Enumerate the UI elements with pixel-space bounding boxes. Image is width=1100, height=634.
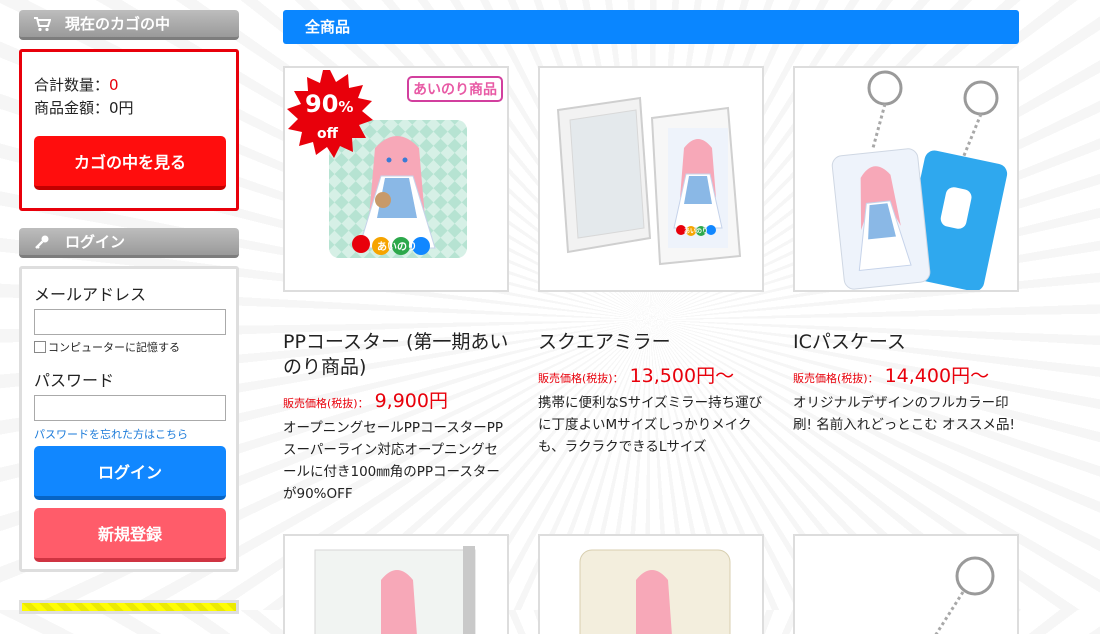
cart-summary: 合計数量：0 商品金額：0円 カゴの中を見る [19, 49, 239, 211]
product-title[interactable]: ICパスケース [793, 330, 1019, 355]
login-header-title: ログイン [65, 233, 126, 251]
product-image[interactable] [793, 534, 1019, 634]
sidebar-banner[interactable] [19, 600, 239, 614]
discount-off-label: off [317, 126, 338, 142]
amount-label: 商品金額： [34, 99, 110, 117]
wallet-illustration [579, 549, 731, 634]
product-card[interactable]: あいのり スクエアミラー 販売価格(税抜)： 13,500円～ 携帯に便利なSサ… [538, 66, 764, 458]
sidebar: 現在のカゴの中 合計数量：0 商品金額：0円 カゴの中を見る ログイン メールア… [19, 10, 239, 572]
product-card[interactable] [793, 534, 1019, 634]
cart-quantity: 合計数量：0 [34, 74, 224, 97]
price-value: 14,400円～ [884, 365, 990, 387]
mirror-illustration: あいのり [556, 96, 742, 266]
discount-number: 90 [305, 90, 339, 118]
remember-label: コンピューターに記憶する [48, 341, 180, 354]
login-button[interactable]: ログイン [34, 446, 226, 500]
email-field[interactable] [34, 309, 226, 335]
remember-me[interactable]: コンピューターに記憶する [34, 339, 224, 355]
cart-header-title: 現在のカゴの中 [65, 15, 171, 33]
brand-tag: あいのり商品 [407, 76, 503, 102]
pass-case-illustration [831, 70, 1008, 290]
product-description: オリジナルデザインのフルカラー印刷! 名前入れどっとこむ オススメ品! [793, 395, 1015, 433]
remember-checkbox[interactable] [34, 341, 46, 353]
product-image[interactable] [538, 534, 764, 634]
product-card[interactable]: ICパスケース 販売価格(税抜)： 14,400円～ オリジナルデザインのフルカ… [793, 66, 1019, 436]
register-button[interactable]: 新規登録 [34, 508, 226, 562]
quantity-label: 合計数量： [34, 76, 110, 94]
shopping-cart-icon [33, 15, 51, 33]
discount-percent-sign: % [338, 98, 354, 116]
view-cart-button[interactable]: カゴの中を見る [34, 136, 226, 190]
product-image[interactable] [793, 66, 1019, 292]
product-image[interactable]: あいのり 90% off あいのり商品 [283, 66, 509, 292]
notebook-illustration [314, 546, 476, 634]
product-card[interactable] [283, 534, 509, 634]
product-price: 販売価格(税抜)： 9,900円 [283, 386, 509, 413]
price-label: 販売価格(税抜)： [283, 397, 369, 410]
keychain-illustration [934, 556, 995, 634]
price-value: 9,900円 [374, 390, 448, 412]
mirror-logo-text: あいのり [684, 227, 708, 235]
login-form: メールアドレス コンピューターに記憶する パスワード パスワードを忘れた方はこち… [19, 266, 239, 572]
product-title[interactable]: スクエアミラー [538, 330, 764, 355]
price-label: 販売価格(税抜)： [538, 372, 624, 385]
price-value: 13,500円～ [629, 365, 735, 387]
login-header: ログイン [19, 228, 239, 258]
password-label: パスワード [34, 371, 115, 390]
discount-percent: 90% [305, 90, 353, 118]
cart-amount: 商品金額：0円 [34, 97, 224, 120]
forgot-password-link[interactable]: パスワードを忘れた方はこちら [34, 426, 224, 442]
quantity-value: 0 [109, 76, 119, 94]
main-content: 全商品 あいのり 90% off あいのり商品 PPコースター (第一期あいのり… [283, 10, 1019, 634]
email-label: メールアドレス [34, 285, 147, 304]
product-description: オープニングセールPPコースターPPスーパーライン対応オープニングセールに付き1… [283, 420, 504, 502]
product-price: 販売価格(税抜)： 13,500円～ [538, 361, 764, 388]
brand-tag-text: あいのり商品 [413, 82, 497, 98]
cart-header: 現在のカゴの中 [19, 10, 239, 40]
product-description: 携帯に便利なSサイズミラー持ち運びに丁度よいMサイズしっかりメイクも、ラクラクで… [538, 395, 763, 455]
product-image[interactable]: あいのり [538, 66, 764, 292]
coaster-logo-text: あいのり [377, 240, 417, 253]
product-price: 販売価格(税抜)： 14,400円～ [793, 361, 1019, 388]
product-card[interactable] [538, 534, 764, 634]
product-image[interactable] [283, 534, 509, 634]
password-field[interactable] [34, 395, 226, 421]
price-label: 販売価格(税抜)： [793, 372, 879, 385]
amount-value: 0円 [109, 99, 134, 117]
key-icon [33, 233, 51, 251]
product-card[interactable]: あいのり 90% off あいのり商品 PPコースター (第一期あいのり商品) … [283, 66, 509, 505]
product-title[interactable]: PPコースター (第一期あいのり商品) [283, 330, 509, 380]
section-title: 全商品 [283, 10, 1019, 44]
